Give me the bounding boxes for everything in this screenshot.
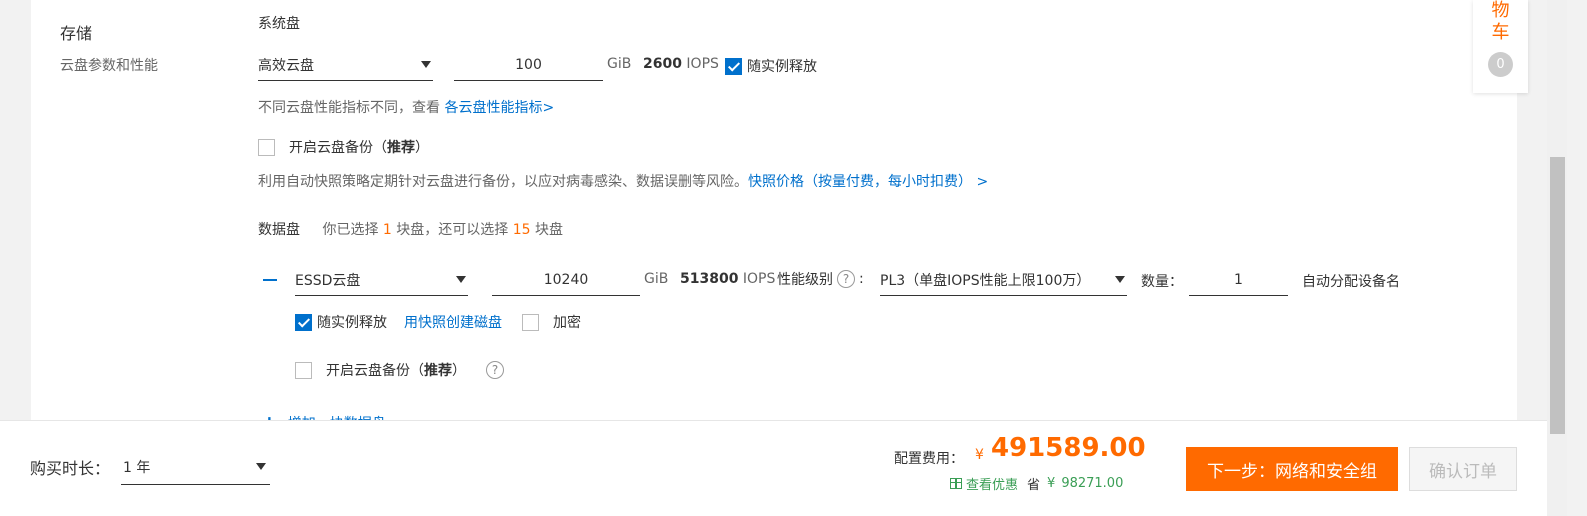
chevron-down-icon — [256, 463, 266, 470]
system-disk-size-unit: GiB — [607, 56, 632, 72]
price-currency: ¥ — [975, 447, 984, 463]
save-amount: 98271.00 — [1061, 476, 1124, 491]
encrypt-checkbox[interactable]: 加密 — [522, 312, 581, 332]
perf-level-label-group: 性能级别 ? : — [777, 269, 864, 289]
auto-assign-device-name: 自动分配设备名 — [1302, 274, 1400, 290]
perf-metrics-link[interactable]: 各云盘性能指标> — [444, 100, 554, 116]
encrypt-label: 加密 — [553, 315, 581, 331]
total-price: 491589.00 — [991, 433, 1146, 463]
checkbox-checked-icon[interactable] — [725, 57, 742, 75]
system-disk-release-checkbox[interactable]: 随实例释放 — [725, 56, 817, 76]
chevron-down-icon — [1115, 276, 1125, 283]
data-disk-label: 数据盘 — [258, 222, 300, 238]
help-icon[interactable]: ? — [837, 270, 855, 288]
gift-icon — [950, 478, 962, 489]
help-icon[interactable]: ? — [486, 361, 504, 379]
data-disk-iops-unit: IOPS — [742, 271, 776, 287]
order-footer: 购买时长： 1 年 配置费用： ¥ 491589.00 查看优惠 省 ¥ 982… — [0, 420, 1547, 516]
data-disk-selected-count: 1 — [382, 222, 392, 238]
system-disk-release-label: 随实例释放 — [747, 59, 817, 75]
config-card: 存储 云盘参数和性能 系统盘 高效云盘 100 GiB 2600 IOPS 随实… — [31, 0, 1517, 430]
cart-count-badge: 0 — [1488, 52, 1513, 77]
data-disk-select-mid: 块盘，还可以选择 — [396, 222, 509, 238]
save-label: 省 — [1027, 478, 1041, 493]
data-disk-release-label: 随实例释放 — [317, 315, 387, 331]
cart-text-line2: 车 — [1491, 22, 1510, 43]
system-disk-iops-value: 2600 — [643, 56, 682, 72]
data-disk-backup-checkbox[interactable]: 开启云盘备份（推荐） ? — [295, 360, 504, 380]
system-disk-label: 系统盘 — [258, 16, 300, 32]
system-disk-size-input[interactable]: 100 — [454, 49, 603, 81]
next-network-security-button[interactable]: 下一步：网络和安全组 — [1186, 447, 1398, 491]
data-disk-select-pre: 你已选择 — [322, 222, 379, 238]
duration-value: 1 年 — [123, 459, 151, 476]
checkbox-unchecked-icon[interactable] — [522, 313, 539, 331]
chevron-down-icon — [421, 61, 431, 68]
backup-description: 利用自动快照策略定期针对云盘进行备份，以应对病毒感染、数据误删等风险。快照价格（… — [258, 171, 988, 191]
data-disk-release-checkbox[interactable]: 随实例释放 — [295, 312, 387, 332]
perf-level-select[interactable]: PL3（单盘IOPS性能上限100万） — [880, 264, 1127, 296]
data-disk-select-post: 块盘 — [535, 222, 564, 238]
create-from-snapshot-link[interactable]: 用快照创建磁盘 — [404, 312, 502, 332]
perf-note-text: 不同云盘性能指标不同，查看 — [258, 100, 440, 116]
perf-level-value: PL3（单盘IOPS性能上限100万） — [880, 272, 1091, 289]
scrollbar-thumb[interactable] — [1550, 157, 1565, 434]
discount-row: 查看优惠 省 ¥ 98271.00 — [950, 474, 1123, 493]
system-disk-type-select[interactable]: 高效云盘 — [258, 49, 433, 81]
data-disk-type-value: ESSD云盘 — [295, 272, 361, 289]
data-disk-iops: 513800 IOPS — [680, 271, 775, 287]
shopping-cart-widget[interactable]: 物 车 0 — [1473, 0, 1528, 93]
storage-section-title: 存储 — [60, 24, 93, 43]
data-disk-header: 数据盘 你已选择 1 块盘，还可以选择 15 块盘 — [258, 219, 563, 239]
system-disk-type-value: 高效云盘 — [258, 57, 314, 74]
chevron-down-icon — [456, 276, 466, 283]
system-disk-backup-checkbox[interactable]: 开启云盘备份（推荐） — [258, 137, 429, 157]
system-disk-perf-note: 不同云盘性能指标不同，查看 各云盘性能指标> — [258, 97, 554, 117]
data-disk-size-input[interactable]: 10240 — [492, 264, 640, 296]
checkbox-checked-icon[interactable] — [295, 313, 312, 331]
page-scrollbar[interactable] — [1547, 0, 1567, 516]
storage-section-subtitle: 云盘参数和性能 — [60, 58, 158, 74]
data-disk-iops-value: 513800 — [680, 271, 739, 287]
data-disk-size-unit: GiB — [644, 271, 669, 287]
data-disk-remaining-count: 15 — [512, 222, 531, 238]
remove-data-disk-button[interactable] — [259, 269, 281, 291]
duration-label: 购买时长： — [30, 459, 111, 478]
backup-desc-text: 利用自动快照策略定期针对云盘进行备份，以应对病毒感染、数据误删等风险。 — [258, 174, 748, 190]
snapshot-price-link[interactable]: 快照价格（按量付费，每小时扣费） > — [748, 174, 988, 190]
checkbox-unchecked-icon[interactable] — [295, 361, 312, 379]
confirm-order-button[interactable]: 确认订单 — [1409, 447, 1517, 491]
duration-select[interactable]: 1 年 — [121, 449, 270, 485]
data-disk-type-select[interactable]: ESSD云盘 — [295, 264, 468, 296]
save-currency: ¥ — [1047, 476, 1056, 491]
perf-level-label: 性能级别 — [777, 272, 833, 288]
perf-level-colon: : — [859, 271, 864, 287]
config-fee-label: 配置费用： — [894, 451, 964, 467]
checkbox-unchecked-icon[interactable] — [258, 138, 275, 156]
system-disk-backup-label: 开启云盘备份（推荐） — [289, 140, 429, 156]
system-disk-iops: 2600 IOPS — [643, 56, 719, 72]
view-discount-link[interactable]: 查看优惠 — [966, 474, 1018, 493]
data-disk-backup-label: 开启云盘备份（推荐） — [326, 363, 466, 379]
quantity-input[interactable]: 1 — [1189, 264, 1288, 296]
quantity-label: 数量： — [1141, 274, 1183, 290]
cart-text-line1: 物 — [1491, 0, 1510, 21]
system-disk-iops-unit: IOPS — [686, 56, 719, 72]
